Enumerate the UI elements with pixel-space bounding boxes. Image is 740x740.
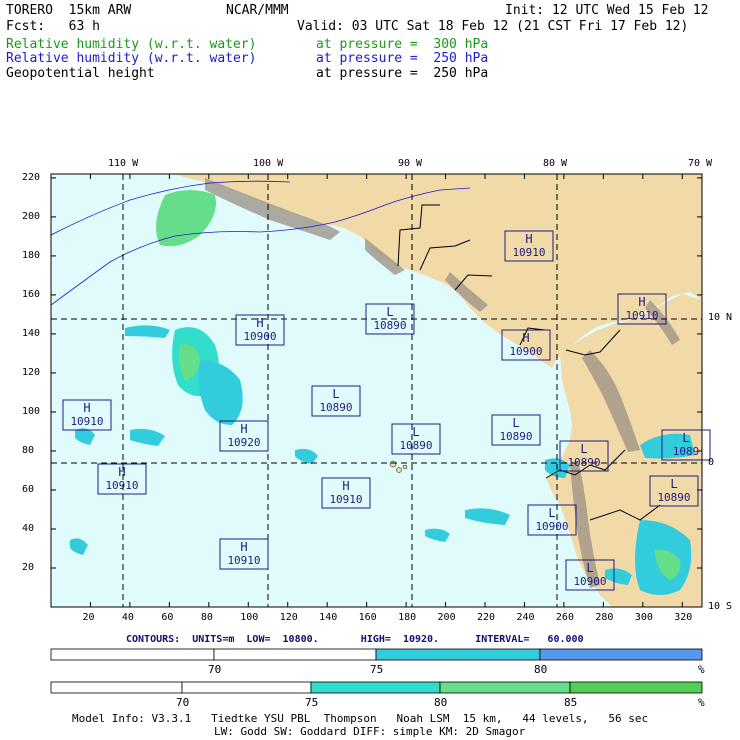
colorbar-rh-300 — [50, 681, 703, 694]
colorbar-label: 75 — [305, 696, 319, 709]
colorbar-segment — [539, 648, 703, 661]
colorbar-label: 75 — [370, 663, 384, 676]
colorbar-label: % — [698, 663, 705, 676]
colorbar-segment — [213, 648, 377, 661]
colorbar-segment — [181, 681, 312, 694]
colorbars — [50, 648, 703, 694]
colorbar-segment — [50, 648, 215, 661]
colorbar-label: 80 — [434, 696, 448, 709]
colorbar-segment — [439, 681, 571, 694]
colorbar-rh-250 — [50, 648, 703, 661]
model-info: Model Info: V3.3.1 Tiedtke YSU PBL Thomp… — [72, 712, 649, 725]
colorbar-segment — [310, 681, 441, 694]
colorbar-segment — [569, 681, 703, 694]
colorbar-segment — [50, 681, 183, 694]
colorbar-label: 70 — [176, 696, 190, 709]
colorbar-label: 85 — [564, 696, 578, 709]
colorbar-label: 80 — [534, 663, 548, 676]
colorbar-label: % — [698, 696, 705, 709]
physics-info: LW: Godd SW: Goddard DIFF: simple KM: 2D… — [214, 725, 526, 738]
colorbar-label: 70 — [208, 663, 222, 676]
colorbar-segment — [375, 648, 541, 661]
